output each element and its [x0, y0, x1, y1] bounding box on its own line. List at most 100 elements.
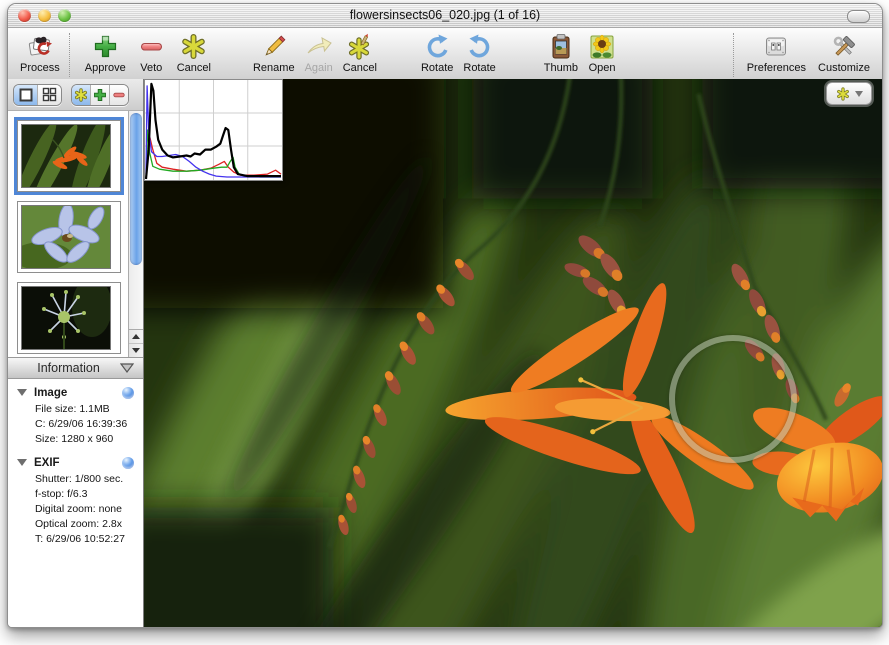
- tag-control: [71, 84, 129, 106]
- close-button[interactable]: [18, 9, 31, 22]
- histogram-chart: [145, 80, 282, 180]
- tag-dropdown-button[interactable]: [826, 82, 872, 105]
- rename-label: Rename: [253, 62, 295, 74]
- exif-section-orb-icon[interactable]: [122, 457, 134, 469]
- image-section-title: Image: [34, 387, 122, 399]
- information-header[interactable]: Information: [8, 358, 143, 379]
- rotate-cw-icon: [423, 31, 451, 62]
- thumbnail-1[interactable]: [17, 120, 121, 192]
- thumbnail-1-image: [21, 124, 111, 188]
- veto-label: Veto: [140, 62, 162, 74]
- fstop-row: f-stop: f/6.3: [35, 487, 139, 502]
- tag-minus-button[interactable]: [110, 85, 128, 105]
- taken-date-row: T: 6/29/06 10:52:27: [35, 532, 139, 547]
- process-label: Process: [20, 62, 60, 74]
- customize-button[interactable]: Customize: [814, 30, 874, 75]
- histogram-overlay: [144, 79, 283, 181]
- information-collapse-icon[interactable]: [120, 363, 134, 373]
- rename-button[interactable]: Rename: [249, 30, 299, 75]
- sidebar: Information Image File size: 1.1MB C: 6/…: [8, 79, 144, 627]
- approve-button[interactable]: Approve: [81, 30, 130, 75]
- image-section-orb-icon[interactable]: [122, 387, 134, 399]
- chevron-down-icon: [855, 91, 863, 97]
- again-button: Again: [301, 30, 337, 75]
- scroll-down-button[interactable]: [129, 344, 143, 357]
- information-panel: Image File size: 1.1MB C: 6/29/06 16:39:…: [8, 379, 143, 628]
- preferences-label: Preferences: [747, 62, 806, 74]
- single-view-button[interactable]: [14, 85, 38, 105]
- approve-label: Approve: [85, 62, 126, 74]
- preferences-switches-icon: [762, 31, 790, 62]
- thumbnail-2[interactable]: [17, 201, 121, 273]
- tag-plus-button[interactable]: [91, 85, 110, 105]
- toolbar: Process Approve: [8, 28, 882, 81]
- thumbnail-3[interactable]: [17, 282, 121, 354]
- rotate-ccw-button[interactable]: Rotate: [459, 30, 499, 75]
- image-section-header[interactable]: Image: [8, 382, 143, 401]
- thumb-button[interactable]: Thumb: [540, 30, 582, 75]
- open-label: Open: [589, 62, 616, 74]
- zoom-button[interactable]: [58, 9, 71, 22]
- thumbnail-2-image: [21, 205, 111, 269]
- tag-asterisk-button[interactable]: [72, 85, 91, 105]
- cancel-asterisk-icon: [180, 31, 207, 62]
- thumb-clipboard-icon: [547, 31, 575, 62]
- disclosure-triangle-icon[interactable]: [17, 389, 27, 396]
- approve-plus-icon: [92, 31, 119, 62]
- open-button[interactable]: Open: [584, 30, 620, 75]
- scrollbar-thumb[interactable]: [130, 113, 142, 265]
- disclosure-triangle-icon[interactable]: [17, 459, 27, 466]
- grid-view-icon: [42, 87, 57, 102]
- customize-label: Customize: [818, 62, 870, 74]
- app-window: flowersinsects06_020.jpg (1 of 16) Proce…: [7, 3, 883, 628]
- minimize-button[interactable]: [38, 9, 51, 22]
- digital-zoom-row: Digital zoom: none: [35, 502, 139, 517]
- grid-view-button[interactable]: [38, 85, 61, 105]
- rotate-ccw-label: Rotate: [463, 62, 495, 74]
- scroll-down-icon: [132, 348, 140, 353]
- cancel-rename-button[interactable]: Cancel: [339, 30, 381, 75]
- traffic-lights: [18, 9, 71, 22]
- title-bar[interactable]: flowersinsects06_020.jpg (1 of 16): [8, 4, 882, 28]
- scrollbar-arrows: [129, 329, 143, 357]
- thumbnail-list: [8, 111, 143, 358]
- open-sunflower-icon: [588, 31, 616, 62]
- customize-tools-icon: [830, 31, 858, 62]
- toolbar-toggle-button[interactable]: [847, 10, 870, 23]
- single-view-icon: [18, 87, 34, 103]
- again-arrow-icon: [305, 31, 333, 62]
- desktop: flowersinsects06_020.jpg (1 of 16) Proce…: [0, 0, 889, 645]
- process-icon: [25, 31, 55, 62]
- scroll-up-button[interactable]: [129, 330, 143, 344]
- rotate-cw-label: Rotate: [421, 62, 453, 74]
- tag-plus-icon: [93, 88, 107, 102]
- cancel-rename-icon: [346, 31, 374, 62]
- image-section-rows: File size: 1.1MB C: 6/29/06 16:39:36 Siz…: [8, 401, 143, 452]
- window-title: flowersinsects06_020.jpg (1 of 16): [8, 4, 882, 27]
- toolbar-separator: [733, 33, 734, 77]
- optical-zoom-row: Optical zoom: 2.8x: [35, 517, 139, 532]
- process-button[interactable]: Process: [16, 30, 64, 75]
- exif-section-title: EXIF: [34, 457, 122, 469]
- rotate-cw-button[interactable]: Rotate: [417, 30, 457, 75]
- veto-button[interactable]: Veto: [134, 30, 169, 75]
- tag-minus-icon: [112, 88, 126, 102]
- thumb-label: Thumb: [544, 62, 578, 74]
- cancel-rename-label: Cancel: [343, 62, 377, 74]
- content-area: Information Image File size: 1.1MB C: 6/…: [8, 79, 882, 627]
- exif-section-header[interactable]: EXIF: [8, 452, 143, 471]
- preferences-button[interactable]: Preferences: [743, 30, 810, 75]
- toolbar-separator: [69, 33, 70, 77]
- cancel-tag-label: Cancel: [177, 62, 211, 74]
- image-viewer[interactable]: [144, 79, 882, 627]
- loupe-circle[interactable]: [669, 335, 797, 463]
- scroll-up-icon: [132, 334, 140, 339]
- cancel-tag-button[interactable]: Cancel: [173, 30, 215, 75]
- created-date-row: C: 6/29/06 16:39:36: [35, 417, 139, 432]
- rename-pencil-icon: [260, 31, 288, 62]
- tag-asterisk-icon: [74, 88, 88, 102]
- rotate-ccw-icon: [466, 31, 494, 62]
- thumbnail-scrollbar[interactable]: [128, 111, 143, 357]
- file-size-row: File size: 1.1MB: [35, 402, 139, 417]
- thumbnail-3-image: [21, 286, 111, 350]
